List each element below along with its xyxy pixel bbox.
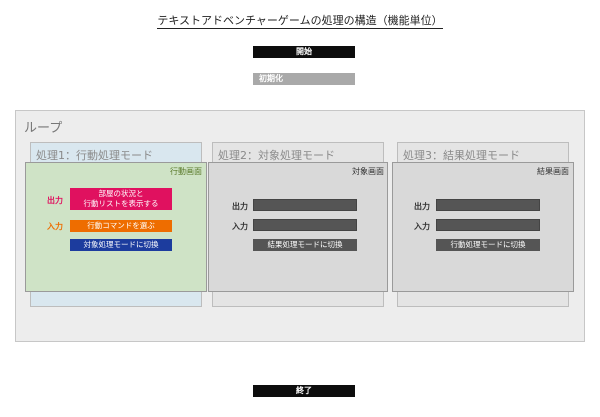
panel-2-output-label: 出力 [232, 202, 248, 211]
panel-1-output-label: 出力 [47, 196, 63, 205]
panel-1-output-box: 部屋の状況と 行動リストを表示する [70, 188, 172, 210]
panel-2-title: 処理2：対象処理モード [218, 149, 335, 162]
end-box: 終了 [253, 385, 355, 397]
panel-1-input-box: 行動コマンドを選ぶ [70, 220, 172, 232]
panel-1-output-line1: 部屋の状況と [98, 189, 144, 198]
panel-2-screen-label: 対象画面 [352, 167, 384, 176]
panel-3-input-field [436, 219, 540, 231]
panel-3-output-field [436, 199, 540, 211]
panel-1-screen-label: 行動画面 [170, 167, 202, 176]
panel-3-input-label: 入力 [414, 222, 430, 231]
panel-2-input-field [253, 219, 357, 231]
start-box: 開始 [253, 46, 355, 58]
panel-3-output-label: 出力 [414, 202, 430, 211]
panel-2-output-field [253, 199, 357, 211]
diagram-title: テキストアドベンチャーゲームの処理の構造（機能単位） [157, 14, 443, 29]
panel-1-output-line2: 行動リストを表示する [83, 199, 159, 208]
panel-1-input-label: 入力 [47, 222, 63, 231]
panel-2-switch-box: 結果処理モードに切換 [253, 239, 357, 251]
panel-1-title: 処理1：行動処理モード [36, 149, 153, 162]
panel-3-screen-label: 結果画面 [537, 167, 569, 176]
init-box: 初期化 [253, 73, 355, 85]
panel-3-switch-box: 行動処理モードに切換 [436, 239, 540, 251]
loop-label: ループ [24, 121, 63, 136]
panel-2-input-label: 入力 [232, 222, 248, 231]
panel-1-switch-box: 対象処理モードに切換 [70, 239, 172, 251]
panel-3-title: 処理3：結果処理モード [403, 149, 520, 162]
